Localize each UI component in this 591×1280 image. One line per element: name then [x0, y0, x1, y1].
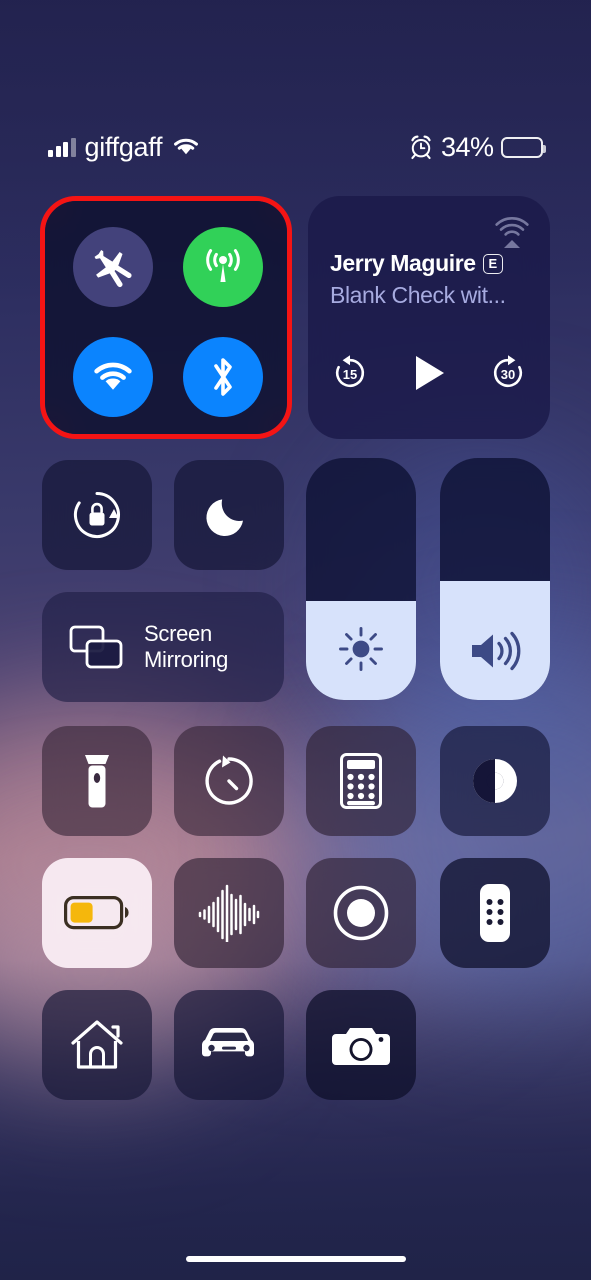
explicit-badge: E: [482, 253, 503, 274]
low-power-battery-icon: [64, 896, 130, 930]
camera-button[interactable]: [306, 990, 416, 1100]
moon-icon: [206, 499, 243, 537]
wifi-icon: [94, 362, 132, 390]
screen-mirroring-label-line1: Screen: [144, 621, 212, 647]
wifi-button[interactable]: [73, 337, 153, 417]
rotation-lock-button[interactable]: [42, 460, 152, 570]
timer-button[interactable]: [174, 726, 284, 836]
rewind-15-label: 15: [342, 367, 358, 382]
flashlight-button[interactable]: [42, 726, 152, 836]
screen-mirroring-icon: [68, 622, 126, 672]
home-app-button[interactable]: [42, 990, 152, 1100]
screen-record-icon: [333, 885, 389, 941]
airplane-mode-button[interactable]: [73, 227, 153, 307]
home-indicator[interactable]: [186, 1256, 406, 1262]
voice-memos-button[interactable]: [174, 858, 284, 968]
connectivity-module-highlighted[interactable]: [40, 196, 292, 439]
status-bar-right: 34%: [408, 128, 546, 166]
screen-mirroring-button[interactable]: Screen Mirroring: [42, 592, 284, 702]
dark-mode-button[interactable]: [440, 726, 550, 836]
calculator-icon: [340, 753, 382, 809]
media-title-row: Jerry Maguire E: [330, 250, 530, 277]
control-center: Jerry Maguire E Blank Check wit... 15 30…: [0, 0, 591, 1280]
play-button[interactable]: [409, 352, 449, 394]
bluetooth-icon: [214, 358, 232, 396]
calculator-button[interactable]: [306, 726, 416, 836]
connectivity-module-panel: [45, 201, 287, 434]
apple-tv-remote-button[interactable]: [440, 858, 550, 968]
cellular-data-button[interactable]: [183, 227, 263, 307]
wifi-icon: [171, 136, 201, 158]
timer-icon: [205, 755, 253, 805]
airplay-audio-icon[interactable]: [492, 210, 532, 250]
volume-icon: [440, 628, 550, 674]
cellular-signal-icon: [48, 137, 76, 157]
driving-focus-button[interactable]: [174, 990, 284, 1100]
forward-30-label: 30: [500, 367, 516, 382]
alarm-clock-icon: [408, 134, 434, 160]
now-playing-widget[interactable]: Jerry Maguire E Blank Check wit... 15 30: [308, 196, 550, 439]
media-controls: 15 30: [308, 344, 550, 402]
forward-30-button[interactable]: 30: [487, 352, 529, 394]
flashlight-icon: [85, 755, 109, 808]
bluetooth-button[interactable]: [183, 337, 263, 417]
screen-recording-button[interactable]: [306, 858, 416, 968]
rotation-lock-icon: [74, 492, 120, 538]
battery-percentage-label: 34%: [441, 131, 494, 162]
do-not-disturb-button[interactable]: [174, 460, 284, 570]
rewind-15-button[interactable]: 15: [329, 352, 371, 394]
screen-mirroring-label: Screen Mirroring: [144, 621, 228, 672]
cellular-antenna-icon: [206, 249, 240, 282]
dark-mode-icon: [473, 759, 517, 803]
brightness-icon: [306, 624, 416, 674]
camera-icon: [332, 1028, 390, 1065]
low-power-mode-button[interactable]: [42, 858, 152, 968]
media-title: Jerry Maguire: [330, 250, 476, 276]
screen-mirroring-label-line2: Mirroring: [144, 647, 229, 672]
airplane-icon: [94, 249, 132, 288]
home-icon: [71, 1020, 123, 1069]
status-bar-left: giffgaff: [48, 128, 201, 166]
brightness-slider[interactable]: [306, 458, 416, 700]
tv-remote-icon: [480, 884, 510, 942]
car-icon: [202, 1028, 254, 1057]
battery-icon: [500, 136, 546, 158]
carrier-name: giffgaff: [84, 131, 163, 162]
voice-waveform-icon: [198, 884, 260, 942]
media-subtitle: Blank Check wit...: [330, 282, 506, 308]
volume-slider[interactable]: [440, 458, 550, 700]
status-bar: giffgaff 34%: [0, 128, 591, 166]
